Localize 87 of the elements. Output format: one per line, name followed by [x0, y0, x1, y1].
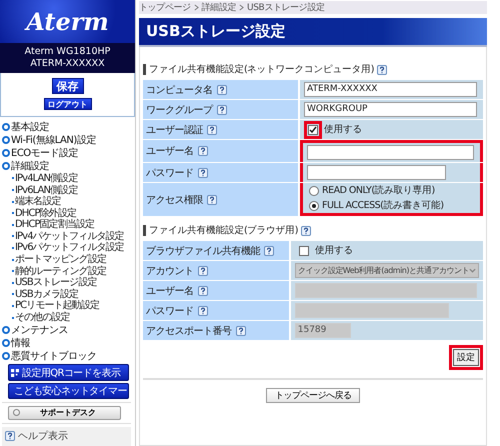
support-desk-button[interactable]: サポートデスク [8, 406, 121, 420]
submenu-item[interactable]: ポートマッピング設定 [15, 254, 106, 266]
section-title: ファイル共有機能設定(ネットワークコンピュータ用) [149, 63, 374, 76]
field-label: ユーザー認証 [146, 124, 203, 136]
help-icon[interactable] [300, 226, 311, 236]
menu-item[interactable]: 情報 [11, 336, 30, 350]
field-label: ブラウザファイル共有機能 [146, 244, 260, 258]
bullet-icon [2, 123, 10, 132]
help-icon[interactable] [198, 286, 208, 296]
qr-code-icon [11, 368, 19, 377]
input-field[interactable]: WORKGROUP [304, 102, 477, 117]
input-field[interactable] [307, 165, 446, 180]
help-icon[interactable] [198, 146, 208, 156]
timer-button[interactable]: こども安心ネットタイマー [8, 382, 129, 400]
save-button[interactable]: 保存 [52, 78, 84, 94]
field-label: ユーザー名 [146, 145, 194, 158]
field-label: パスワード [146, 166, 194, 180]
submenu-item[interactable]: IPv6パケットフィルタ設定 [15, 242, 124, 254]
bullet-icon [13, 409, 20, 416]
bullet-icon [2, 352, 10, 360]
field-label: パスワード [146, 304, 194, 318]
section-title: ファイル共有機能設定(ブラウザ用) [149, 224, 298, 237]
breadcrumb-link[interactable]: 詳細設定 [202, 1, 236, 14]
submenu-item[interactable]: USBストレージ設定 [15, 277, 97, 288]
qr-code-button[interactable]: 設定用QRコードを表示 [8, 364, 129, 381]
help-icon [5, 431, 15, 442]
submenu-item[interactable]: PCリモート起動設定 [15, 300, 100, 312]
help-icon[interactable] [198, 306, 208, 316]
submenu-item[interactable]: DHCP除外設定 [15, 208, 76, 219]
submenu-item[interactable]: 端末名設定 [15, 196, 61, 208]
field-label: コンピュータ名 [146, 84, 212, 96]
field-label: ワークグループ [146, 104, 212, 116]
radio-button[interactable] [309, 200, 319, 210]
checkbox-label: 使用する [314, 244, 353, 257]
bullet-icon [2, 149, 10, 158]
chevron-icon [239, 4, 244, 11]
checkbox[interactable] [308, 124, 318, 134]
submenu-item[interactable]: IPv6LAN側設定 [15, 184, 78, 196]
bullet-icon [2, 162, 10, 170]
submenu-item[interactable]: DHCP固定割当設定 [15, 219, 94, 230]
page-title: USBストレージ設定 [139, 18, 487, 47]
logout-button[interactable]: ログアウト [44, 98, 92, 110]
menu-item[interactable]: 詳細設定 [11, 159, 49, 174]
bullet-icon [2, 338, 10, 347]
caret-icon [469, 268, 476, 273]
menu-item[interactable]: 基本設定 [11, 120, 49, 134]
submenu-item[interactable]: USBカメラ設定 [15, 288, 78, 300]
radio-button[interactable] [309, 186, 319, 196]
breadcrumb-link[interactable]: トップページ [139, 1, 191, 14]
help-icon[interactable] [236, 326, 246, 336]
field-label: アクセス権限 [146, 194, 203, 206]
radio-label: FULL ACCESS(読み書き可能) [322, 199, 444, 212]
back-button[interactable]: トップページへ戻る [266, 388, 360, 403]
menu-item[interactable]: Wi-Fi(無線LAN)設定 [11, 133, 96, 148]
bullet-icon [2, 136, 10, 144]
bullet-icon [2, 326, 10, 334]
menu-item[interactable]: ECOモード設定 [11, 146, 78, 160]
help-icon[interactable] [207, 124, 217, 134]
field-label: ユーザー名 [146, 284, 194, 298]
menu-item[interactable]: 悪質サイトブロック [11, 348, 96, 363]
help-icon[interactable] [198, 168, 208, 178]
help-icon[interactable] [264, 246, 274, 256]
help-icon[interactable] [198, 266, 208, 276]
radio-label: READ ONLY(読み取り専用) [322, 184, 435, 197]
input-field[interactable]: ATERM-XXXXXX [304, 82, 477, 97]
field-label: アクセスポート番号 [146, 324, 232, 338]
menu-item[interactable]: メンテナンス [11, 322, 68, 337]
submenu-item[interactable]: その他の設定 [15, 312, 70, 324]
help-icon[interactable] [207, 194, 217, 204]
help-icon[interactable] [376, 64, 387, 74]
checkbox-label: 使用する [324, 123, 362, 136]
breadcrumb-link[interactable]: USBストレージ設定 [247, 1, 324, 14]
model-name: Aterm WG1810HP [24, 46, 110, 58]
device-name: ATERM-XXXXXX [30, 58, 105, 70]
apply-button[interactable]: 設定 [453, 349, 479, 366]
submenu-item[interactable]: IPv4LAN側設定 [15, 172, 78, 184]
input-field[interactable] [307, 145, 474, 160]
help-icon[interactable] [216, 84, 226, 94]
chevron-icon [194, 4, 199, 11]
section-marker [143, 64, 146, 75]
logo: Aterm [26, 7, 109, 36]
submenu-item[interactable]: IPv4パケットフィルタ設定 [15, 230, 124, 242]
help-link[interactable]: ヘルプ表示 [18, 429, 68, 444]
help-icon[interactable] [216, 104, 226, 114]
submenu-item[interactable]: 静的ルーティング設定 [15, 266, 106, 277]
field-label: アカウント [146, 264, 194, 278]
section-marker [143, 225, 146, 236]
